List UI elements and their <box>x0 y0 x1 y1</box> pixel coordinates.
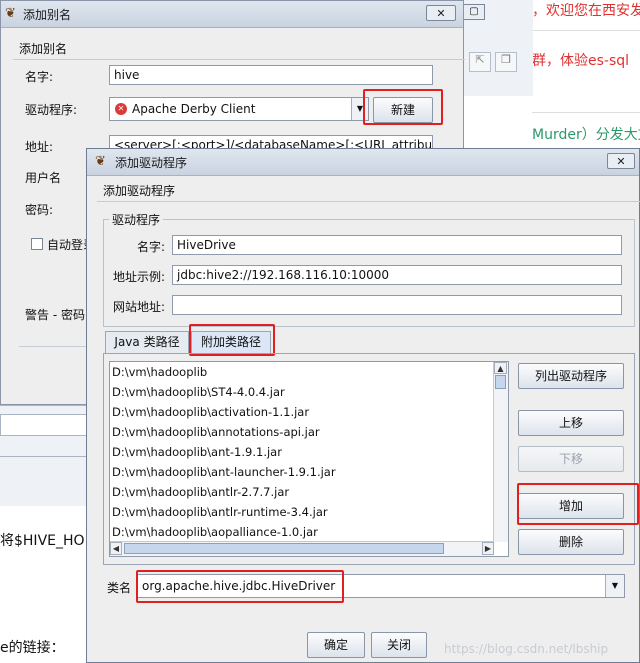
alias-header: 添加别名 <box>19 42 68 56</box>
driver-title-bar[interactable]: ❦ 添加驱动程序 ✕ <box>87 149 639 176</box>
move-down-button[interactable]: 下移 <box>518 446 624 472</box>
move-up-button[interactable]: 上移 <box>518 410 624 436</box>
scroll-thumb[interactable] <box>495 375 506 389</box>
list-item[interactable]: D:\vm\hadooplib\antlr-runtime-3.4.jar <box>112 505 328 519</box>
class-name-label: 类名 <box>107 581 132 595</box>
add-driver-dialog: ❦ 添加驱动程序 ✕ 添加驱动程序 驱动程序 名字: HiveDrive 地址示… <box>86 148 640 663</box>
tool-icon[interactable]: ⇱ <box>469 52 491 72</box>
alias-name-input[interactable]: hive <box>109 65 433 85</box>
driver-name-input[interactable]: HiveDrive <box>172 235 622 255</box>
list-item[interactable]: D:\vm\hadooplib\ant-1.9.1.jar <box>112 445 282 459</box>
highlight-extra-classpath-tab <box>189 324 275 356</box>
password-label: 密码: <box>25 203 54 217</box>
background-panel <box>0 405 95 506</box>
scroll-h-thumb[interactable] <box>124 543 444 554</box>
close-icon[interactable]: ✕ <box>426 5 456 21</box>
delete-button[interactable]: 删除 <box>518 529 624 555</box>
copy-icon[interactable]: ❐ <box>495 52 517 72</box>
list-item[interactable]: D:\vm\hadooplib\ant-launcher-1.9.1.jar <box>112 465 336 479</box>
tab-java-classpath[interactable]: Java 类路径 <box>105 331 189 353</box>
autologin-checkbox[interactable] <box>31 238 43 250</box>
watermark: https://blog.csdn.net/lbship <box>444 642 609 656</box>
background-window: ▢ ⇱ ❐ <box>460 0 533 96</box>
driver-group-label: 驱动程序 <box>109 211 164 228</box>
minimize-icon[interactable]: ▢ <box>463 4 485 20</box>
driver-select[interactable]: ✕ Apache Derby Client ▼ <box>109 97 369 121</box>
highlight-class-name <box>136 570 344 603</box>
error-icon: ✕ <box>115 103 127 115</box>
ok-button[interactable]: 确定 <box>307 632 365 658</box>
user-label: 用户名 <box>25 171 62 185</box>
classpath-list[interactable]: D:\vm\hadooplib D:\vm\hadooplib\ST4-4.0.4… <box>109 361 509 557</box>
chevron-down-icon[interactable]: ▼ <box>605 575 624 597</box>
example-url-input[interactable]: jdbc:hive2://192.168.116.10:10000 <box>172 265 622 285</box>
driver-name-label: 名字: <box>137 240 166 254</box>
alias-title: 添加别名 <box>23 8 72 22</box>
highlight-new-button <box>363 89 443 125</box>
list-item[interactable]: D:\vm\hadooplib\aopalliance-1.0.jar <box>112 525 318 539</box>
close-icon[interactable]: ✕ <box>607 153 635 169</box>
driver-select-value: Apache Derby Client <box>132 102 256 116</box>
driver-header: 添加驱动程序 <box>103 184 176 198</box>
scroll-left-icon[interactable]: ◀ <box>110 542 122 555</box>
bg-text-5: e的链接： <box>0 640 65 656</box>
bg-text-4: 将$HIVE_HO <box>0 533 85 549</box>
scroll-up-icon[interactable]: ▲ <box>494 362 507 374</box>
list-item[interactable]: D:\vm\hadooplib <box>112 365 207 379</box>
list-item[interactable]: D:\vm\hadooplib\ST4-4.0.4.jar <box>112 385 285 399</box>
close-button[interactable]: 关闭 <box>371 632 427 658</box>
list-item[interactable]: D:\vm\hadooplib\annotations-api.jar <box>112 425 320 439</box>
acorn-icon: ❦ <box>95 154 106 169</box>
scroll-right-icon[interactable]: ▶ <box>482 542 494 555</box>
list-item[interactable]: D:\vm\hadooplib\antlr-2.7.7.jar <box>112 485 289 499</box>
warning-label: 警告 - 密码 <box>25 308 85 322</box>
list-item[interactable]: D:\vm\hadooplib\activation-1.1.jar <box>112 405 309 419</box>
vertical-scrollbar[interactable]: ▲ <box>493 362 508 542</box>
highlight-add-button <box>517 483 639 525</box>
driver-label: 驱动程序: <box>25 103 78 117</box>
alias-title-bar[interactable]: ❦ 添加别名 ✕ <box>1 1 463 28</box>
acorn-icon: ❦ <box>5 6 16 21</box>
driver-title: 添加驱动程序 <box>115 156 188 170</box>
alias-name-label: 名字: <box>25 70 54 84</box>
bg-text-2: 群，体验es-sql <box>532 53 630 69</box>
horizontal-scrollbar[interactable]: ◀ ▶ <box>110 541 494 556</box>
bg-text-3: Murder）分发大文 <box>532 127 640 143</box>
bg-text-1: ，欢迎您在西安发 <box>532 3 640 19</box>
list-drivers-button[interactable]: 列出驱动程序 <box>518 363 624 389</box>
website-label: 网站地址: <box>113 300 166 314</box>
url-label: 地址: <box>25 140 54 154</box>
website-input[interactable] <box>172 295 622 315</box>
example-url-label: 地址示例: <box>113 270 166 284</box>
